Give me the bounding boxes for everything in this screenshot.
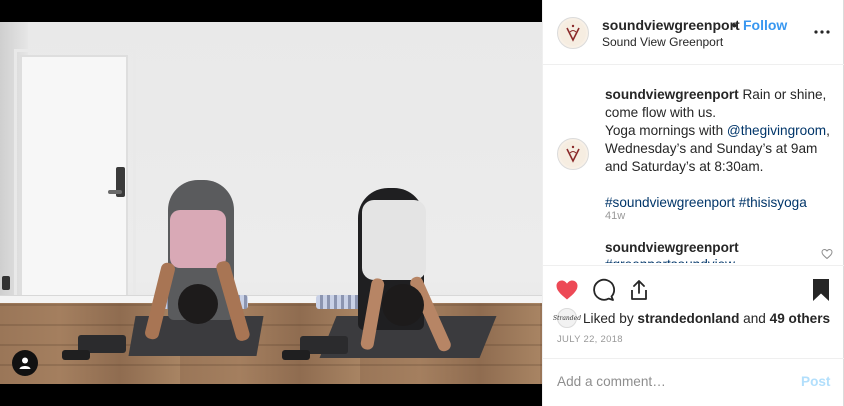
person-1-top <box>170 210 226 268</box>
post-caption: soundviewgreenport Rain or shine, come f… <box>605 86 837 212</box>
separator-dot: • <box>732 17 737 33</box>
tagged-users-button[interactable] <box>12 350 38 376</box>
post-date[interactable]: JULY 22, 2018 <box>557 334 623 345</box>
add-comment-section: Post <box>543 358 844 406</box>
like-button[interactable] <box>553 276 581 304</box>
comment-like-icon[interactable] <box>821 248 833 260</box>
profile-avatar[interactable] <box>557 17 589 49</box>
caption-username[interactable]: soundviewgreenport <box>605 87 739 102</box>
liker-avatar[interactable]: Stranded <box>553 308 581 328</box>
yoga-strap <box>282 350 310 360</box>
door <box>20 55 128 299</box>
speech-bubble-icon <box>593 278 615 301</box>
person-1-head <box>178 284 218 324</box>
post-location[interactable]: Sound View Greenport <box>602 35 723 49</box>
mention-link[interactable]: @thegivingroom <box>727 123 826 138</box>
user-icon <box>19 357 31 369</box>
baseboard <box>0 295 542 303</box>
likes-prefix: Liked by <box>583 310 634 326</box>
comment-username[interactable]: soundviewgreenport <box>605 240 739 255</box>
post-media[interactable] <box>0 0 542 406</box>
hashtag-link[interactable]: #soundviewgreenport <box>605 195 735 210</box>
yoga-strap <box>62 350 90 360</box>
likes-others-link[interactable]: 49 others <box>770 311 830 326</box>
likes-middle: and <box>743 310 766 326</box>
post-side-panel: soundviewgreenport • Follow Sound View G… <box>542 0 844 406</box>
post-comment-button[interactable]: Post <box>801 374 830 389</box>
comment-input[interactable] <box>557 371 787 391</box>
door-lever <box>108 190 122 194</box>
caption-timestamp[interactable]: 41w <box>605 210 625 222</box>
video-frame <box>0 22 542 384</box>
caption-avatar[interactable] <box>557 138 589 170</box>
comment-text-partial: #greenportsoundview #jacobsbeach <box>605 256 815 263</box>
save-button[interactable] <box>807 276 835 304</box>
person-2-head <box>382 284 424 326</box>
post-header: soundviewgreenport • Follow Sound View G… <box>543 0 844 65</box>
follow-button[interactable]: Follow <box>743 17 787 33</box>
brand-logo-icon <box>560 20 586 46</box>
more-options-icon <box>814 30 830 34</box>
share-button[interactable] <box>625 276 653 304</box>
comment-button[interactable] <box>589 276 617 304</box>
likes-summary: Stranded Liked by strandedonland and 49 … <box>553 307 830 329</box>
liker-username[interactable]: strandedonland <box>637 311 739 326</box>
post-username[interactable]: soundviewgreenport <box>602 17 740 33</box>
action-bar <box>543 265 844 313</box>
person-2-top <box>362 200 426 280</box>
hashtag-link[interactable]: #thisisyoga <box>739 195 807 210</box>
wall-outlet <box>2 276 10 290</box>
caption-text: Yoga mornings with <box>605 123 727 138</box>
heart-filled-icon <box>556 280 578 300</box>
more-options-button[interactable] <box>811 21 833 43</box>
brand-logo-icon <box>560 141 586 167</box>
share-upload-icon <box>631 280 647 300</box>
bookmark-filled-icon <box>813 279 829 301</box>
